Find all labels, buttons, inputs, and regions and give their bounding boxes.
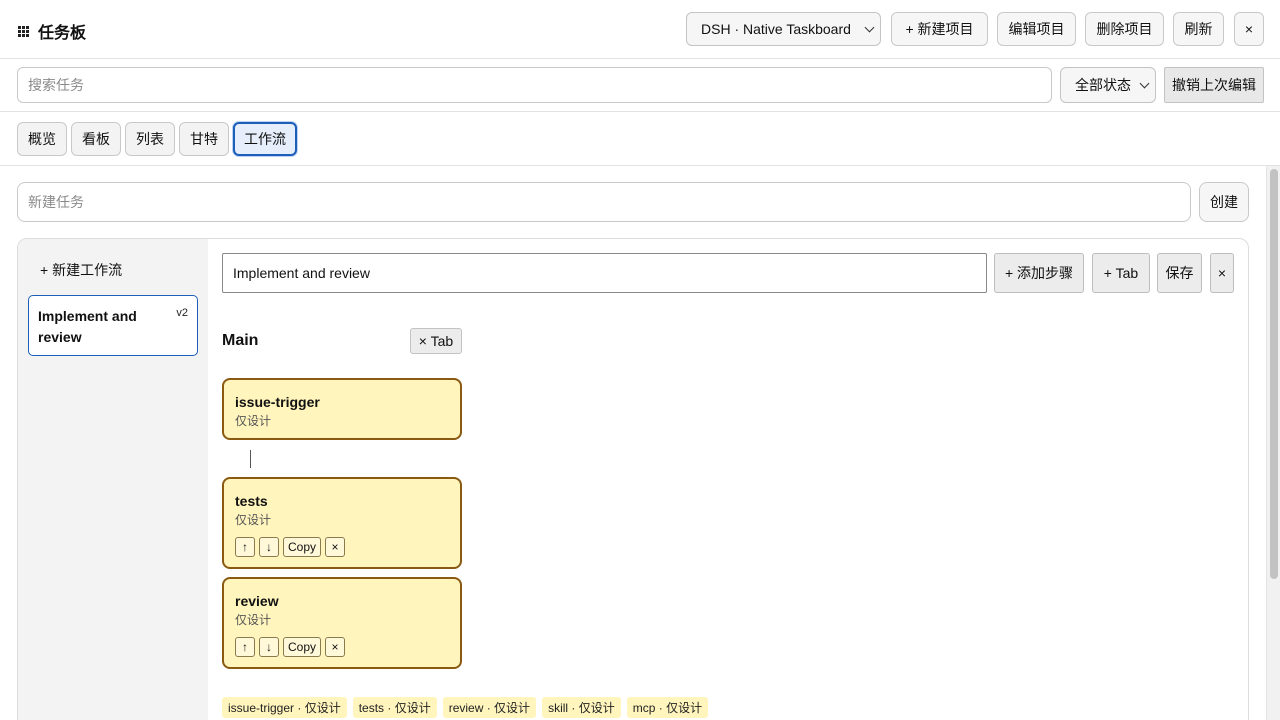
delete-project-button[interactable]: 删除项目 [1085, 12, 1164, 46]
workflow-sidebar: + 新建工作流 Implement and review v2 [18, 239, 208, 720]
status-chip: tests · 仅设计 [352, 697, 437, 718]
workflow-step-tests[interactable]: tests 仅设计 ↑ ↓ Copy × [222, 477, 462, 569]
new-project-button[interactable]: + 新建项目 [891, 12, 988, 46]
create-task-button[interactable]: 创建 [1199, 182, 1249, 222]
edit-project-button[interactable]: 编辑项目 [997, 12, 1076, 46]
step-name: review [235, 593, 279, 609]
app-header: 任务板 DSH · Native Taskboard + 新建项目 编辑项目 删… [0, 0, 1280, 59]
view-tabs: 概览 看板 列表 甘特 工作流 [0, 112, 1280, 166]
save-button[interactable]: 保存 [1157, 253, 1202, 293]
workflow-name-value: Implement and review [233, 265, 370, 281]
tab-overview[interactable]: 概览 [17, 122, 67, 156]
add-tab-button[interactable]: + Tab [1092, 253, 1150, 293]
status-filter-value: 全部状态 [1075, 77, 1131, 93]
step-connector [250, 450, 251, 468]
step-status: 仅设计 [235, 613, 272, 627]
add-step-button[interactable]: + 添加步骤 [994, 253, 1084, 293]
close-icon[interactable]: × [1234, 12, 1264, 46]
delete-step-icon[interactable]: × [325, 637, 346, 657]
workflow-name-input[interactable]: Implement and review [222, 253, 987, 293]
search-input[interactable]: 搜索任务 [17, 67, 1052, 103]
step-status: 仅设计 [235, 513, 272, 527]
search-row: 搜索任务 全部状态 撤销上次编辑 [0, 59, 1280, 112]
status-chip: skill · 仅设计 [542, 697, 621, 718]
step-controls: ↑ ↓ Copy × [235, 537, 449, 557]
step-name: tests [235, 493, 268, 509]
refresh-button[interactable]: 刷新 [1173, 12, 1224, 46]
workflow-panel: + 新建工作流 Implement and review v2 [17, 238, 1249, 720]
delete-step-icon[interactable]: × [325, 537, 346, 557]
status-chip: mcp · 仅设计 [626, 697, 709, 718]
remove-tab-button[interactable]: × Tab [410, 328, 462, 354]
workflow-version-badge: v2 [176, 307, 188, 319]
move-down-icon[interactable]: ↓ [259, 637, 279, 657]
chevron-down-icon [1139, 78, 1150, 89]
chevron-down-icon [864, 22, 875, 33]
new-task-placeholder: 新建任务 [28, 194, 84, 210]
project-select[interactable]: DSH · Native Taskboard [686, 12, 881, 46]
move-up-icon[interactable]: ↑ [235, 637, 255, 657]
tab-list[interactable]: 列表 [125, 122, 175, 156]
close-editor-icon[interactable]: × [1210, 253, 1234, 293]
search-placeholder: 搜索任务 [28, 77, 84, 93]
workflow-tab-title: Main [222, 332, 259, 349]
new-workflow-button[interactable]: + 新建工作流 [40, 260, 122, 280]
app-title: 任务板 [18, 19, 86, 43]
app-title-text: 任务板 [38, 25, 87, 42]
workflow-step-review[interactable]: review 仅设计 ↑ ↓ Copy × [222, 577, 462, 669]
step-status: 仅设计 [235, 414, 272, 428]
status-chip: issue-trigger · 仅设计 [222, 697, 347, 718]
workflow-item-name: Implement and review [38, 308, 137, 345]
new-task-input[interactable]: 新建任务 [17, 182, 1191, 222]
tab-board[interactable]: 看板 [71, 122, 121, 156]
step-controls: ↑ ↓ Copy × [235, 637, 449, 657]
move-up-icon[interactable]: ↑ [235, 537, 255, 557]
project-select-value: DSH · Native Taskboard [701, 21, 851, 37]
status-filter-select[interactable]: 全部状态 [1060, 67, 1156, 103]
step-name: issue-trigger [235, 394, 320, 410]
board-grid-icon [18, 25, 29, 37]
workflow-list-item[interactable]: Implement and review v2 [28, 295, 198, 356]
move-down-icon[interactable]: ↓ [259, 537, 279, 557]
page-scrollbar[interactable] [1266, 166, 1280, 720]
scrollbar-thumb[interactable] [1270, 169, 1278, 579]
copy-step-button[interactable]: Copy [283, 637, 322, 657]
step-status-chips: issue-trigger · 仅设计 tests · 仅设计 review ·… [222, 697, 709, 718]
tab-gantt[interactable]: 甘特 [179, 122, 229, 156]
workflow-step-issue-trigger[interactable]: issue-trigger 仅设计 [222, 378, 462, 440]
copy-step-button[interactable]: Copy [283, 537, 322, 557]
tab-workflow[interactable]: 工作流 [233, 122, 297, 156]
undo-button[interactable]: 撤销上次编辑 [1164, 67, 1264, 103]
status-chip: review · 仅设计 [442, 697, 537, 718]
